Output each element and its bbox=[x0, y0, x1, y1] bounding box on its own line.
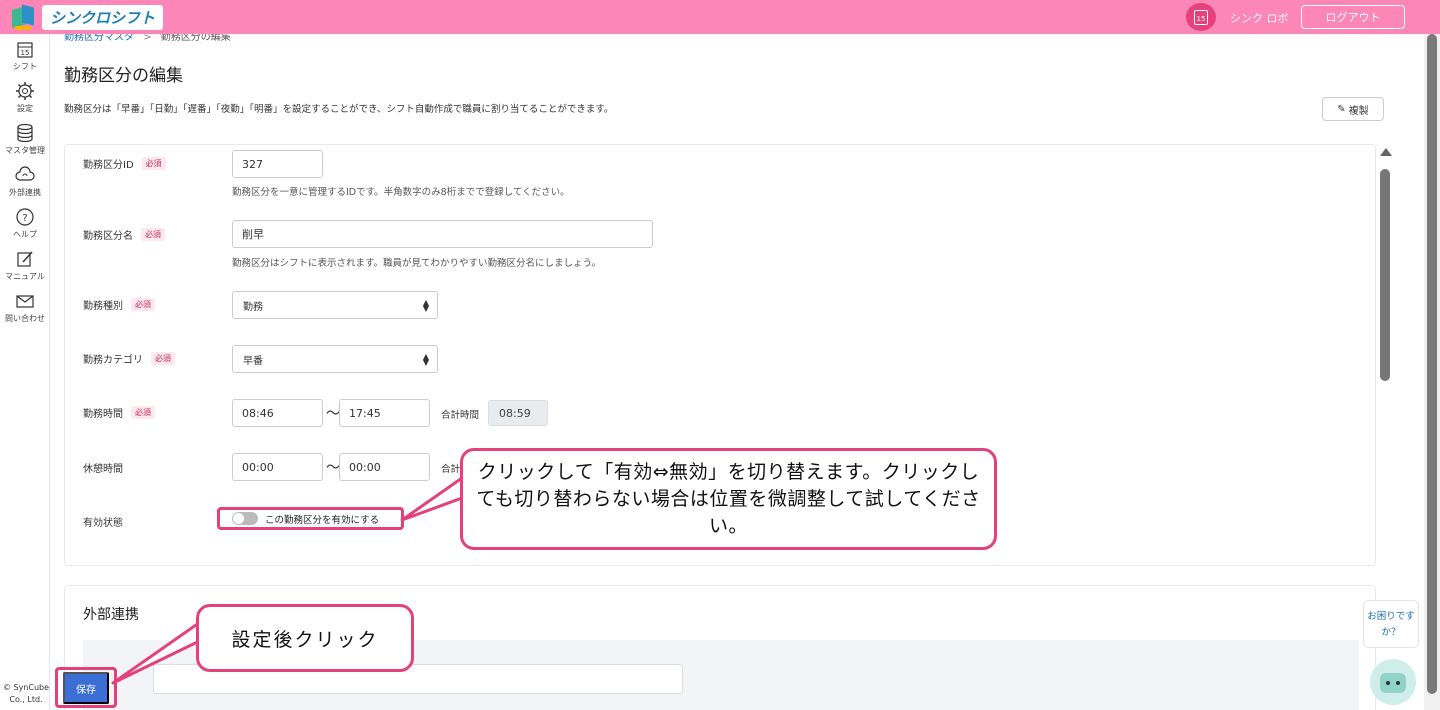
break-end-input[interactable]: 00:00 bbox=[339, 453, 430, 481]
required-badge: 必須 bbox=[141, 157, 166, 170]
sidebar-item-master[interactable]: マスタ管理 bbox=[0, 123, 50, 156]
sidebar-item-label: 設定 bbox=[17, 104, 33, 113]
app-logo[interactable]: シンクロシフト bbox=[12, 4, 164, 30]
svg-text:?: ? bbox=[22, 213, 27, 224]
work-sum-value: 08:59 bbox=[488, 400, 548, 426]
copy-button[interactable]: ✎ 複製 bbox=[1322, 97, 1384, 121]
sidebar-item-label: マニュアル bbox=[5, 272, 45, 281]
toggle-hint-callout: クリックして「有効⇔無効」を切り替えます。クリックしても切り替わらない場合は位置… bbox=[460, 448, 997, 550]
app-header: シンクロシフト 15 シンク ロボ ログアウト bbox=[0, 0, 1440, 34]
page-scrollbar[interactable] bbox=[1424, 34, 1440, 710]
external-title: 外部連携 bbox=[83, 607, 139, 623]
logo-text: シンクロシフト bbox=[42, 4, 164, 30]
required-badge: 必須 bbox=[151, 352, 175, 365]
sidebar-item-contact[interactable]: 問い合わせ bbox=[0, 291, 50, 324]
pencil-icon: ✎ bbox=[1337, 103, 1346, 115]
robot-assistant-icon[interactable] bbox=[1370, 659, 1416, 705]
breadcrumb-current: 勤務区分の編集 bbox=[160, 34, 231, 43]
type-select[interactable]: 勤務 ▲ ▼ bbox=[232, 291, 438, 319]
svg-text:15: 15 bbox=[21, 49, 30, 57]
sidebar: 15 シフト 設定 マスタ管理 外部連携 ? ヘルプ マニュアル 問い合わせ ©… bbox=[0, 34, 50, 710]
header-calendar-button[interactable]: 15 bbox=[1186, 3, 1216, 31]
range-tilde: 〜 bbox=[326, 460, 340, 476]
logo-mark-icon bbox=[12, 4, 34, 30]
work-start-input[interactable]: 08:46 bbox=[232, 399, 323, 427]
edit-icon bbox=[17, 251, 33, 267]
sidebar-item-label: 問い合わせ bbox=[5, 314, 45, 323]
id-input[interactable]: 327 bbox=[232, 150, 323, 178]
field-label-name: 勤務区分名 必須 bbox=[83, 227, 165, 242]
sidebar-item-label: シフト bbox=[13, 62, 37, 71]
page-title: 勤務区分の編集 bbox=[64, 66, 183, 86]
field-label-status: 有効状態 bbox=[83, 518, 123, 529]
select-arrows-icon: ▲ ▼ bbox=[422, 352, 429, 367]
select-arrows-icon: ▲ ▼ bbox=[422, 298, 429, 313]
scroll-up-arrow-icon[interactable] bbox=[1380, 148, 1392, 156]
range-tilde: 〜 bbox=[326, 406, 340, 422]
sidebar-item-external[interactable]: 外部連携 bbox=[0, 165, 50, 198]
work-end-input[interactable]: 17:45 bbox=[339, 399, 430, 427]
toggle-switch[interactable] bbox=[232, 512, 258, 525]
sidebar-item-manual[interactable]: マニュアル bbox=[0, 249, 50, 282]
toggle-label: この勤務区分を有効にする bbox=[265, 514, 380, 526]
field-label-id: 勤務区分ID 必須 bbox=[83, 156, 166, 171]
form-scrollbar[interactable] bbox=[1376, 144, 1394, 574]
sidebar-item-label: ヘルプ bbox=[13, 230, 37, 239]
required-badge: 必須 bbox=[131, 298, 155, 311]
sidebar-item-settings[interactable]: 設定 bbox=[0, 81, 50, 114]
field-label-category: 勤務カテゴリ 必須 bbox=[83, 351, 175, 366]
page-description: 勤務区分は「早番」「日勤」「遅番」「夜勤」「明番」を設定することができ、シフト自… bbox=[64, 104, 614, 115]
break-sum-label: 合計 bbox=[441, 464, 461, 475]
break-start-input[interactable]: 00:00 bbox=[232, 453, 323, 481]
field-label-break-time: 休憩時間 bbox=[83, 464, 123, 475]
work-sum-label: 合計時間 bbox=[441, 410, 480, 421]
save-hint-callout: 設定後クリック bbox=[196, 604, 414, 672]
breadcrumb: 勤務区分マスタ > 勤務区分の編集 bbox=[64, 34, 231, 43]
copy-button-label: 複製 bbox=[1348, 105, 1369, 117]
logout-button[interactable]: ログアウト bbox=[1301, 5, 1405, 29]
calendar-icon: 15 bbox=[1194, 9, 1208, 25]
copyright: © SynCube Co., Ltd. bbox=[2, 683, 50, 704]
sidebar-item-shift[interactable]: 15 シフト bbox=[0, 39, 50, 72]
cloud-sync-icon bbox=[15, 166, 35, 181]
page-scroll-thumb[interactable] bbox=[1427, 34, 1437, 694]
category-select[interactable]: 早番 ▲ ▼ bbox=[232, 345, 438, 373]
breadcrumb-link-master[interactable]: 勤務区分マスタ bbox=[64, 34, 134, 43]
id-help: 勤務区分を一意に管理するIDです。半角数字のみ8桁までで登録してください。 bbox=[232, 187, 570, 198]
name-help: 勤務区分はシフトに表示されます。職員が見てわかりやすい勤務区分名にしましょう。 bbox=[232, 258, 601, 269]
field-label-type: 勤務種別 必須 bbox=[83, 297, 155, 312]
required-badge: 必須 bbox=[131, 406, 155, 419]
sidebar-item-help[interactable]: ? ヘルプ bbox=[0, 207, 50, 240]
mail-icon bbox=[16, 295, 34, 308]
gear-icon bbox=[16, 82, 34, 100]
required-badge: 必須 bbox=[141, 228, 165, 241]
field-label-work-time: 勤務時間 必須 bbox=[83, 405, 155, 420]
scroll-thumb[interactable] bbox=[1380, 169, 1390, 381]
status-toggle[interactable]: この勤務区分を有効にする bbox=[217, 507, 404, 530]
database-icon bbox=[17, 123, 33, 143]
help-bubble[interactable]: お困りですか？ bbox=[1363, 600, 1419, 648]
name-input[interactable]: 削早 bbox=[232, 220, 653, 248]
breadcrumb-separator: > bbox=[143, 34, 152, 43]
calendar-icon: 15 bbox=[17, 42, 33, 58]
save-button[interactable]: 保存 bbox=[63, 672, 109, 704]
user-name: シンク ロボ bbox=[1230, 12, 1289, 25]
sidebar-item-label: 外部連携 bbox=[9, 188, 41, 197]
sidebar-item-label: マスタ管理 bbox=[5, 146, 45, 155]
help-icon: ? bbox=[16, 208, 34, 226]
